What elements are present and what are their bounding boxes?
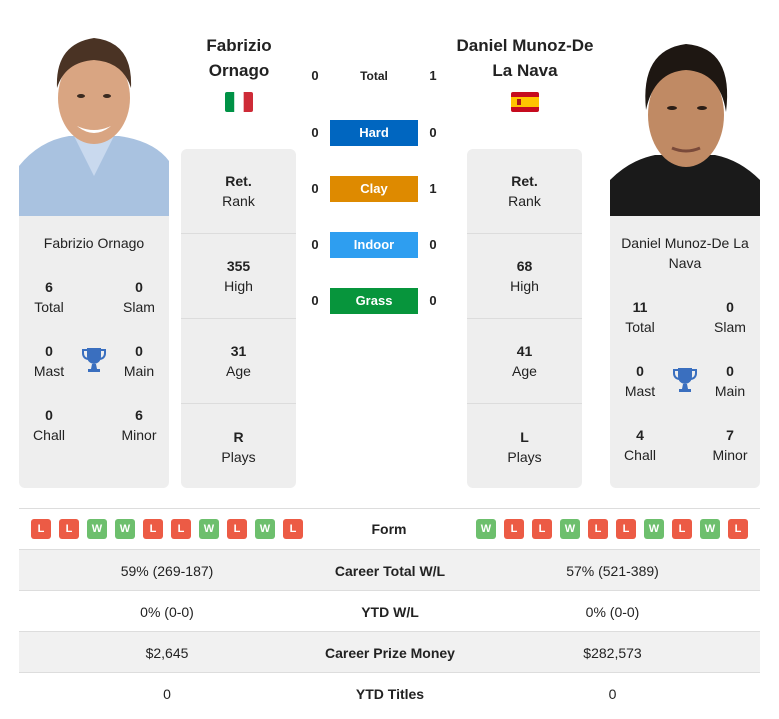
- form-loss-badge[interactable]: L: [728, 519, 748, 539]
- form-loss-badge[interactable]: L: [227, 519, 247, 539]
- form-loss-badge[interactable]: L: [672, 519, 692, 539]
- player-name-right: Daniel Munoz-De La Nava: [621, 235, 749, 271]
- form-win-badge[interactable]: W: [644, 519, 664, 539]
- form-label: Form: [371, 521, 407, 537]
- h2h-total-row: 0 Total 1: [305, 63, 445, 89]
- titles-mast: 0 Mast: [624, 363, 656, 399]
- age-cell: 41 Age: [467, 319, 582, 404]
- form-loss-badge[interactable]: L: [31, 519, 51, 539]
- trophy-icon: [673, 367, 697, 393]
- form-win-badge[interactable]: W: [199, 519, 219, 539]
- plays-cell: R Plays: [221, 428, 256, 465]
- player-card-left: Fabrizio Ornago 6 Total 0 Slam 0 Mast 0 …: [19, 216, 169, 488]
- plays-cell: L Plays: [507, 428, 542, 465]
- stat-left-value: 59% (269-187): [120, 562, 214, 579]
- stat-label: Career Total W/L: [334, 562, 446, 579]
- titles-total: 11 Total: [625, 299, 655, 335]
- h2h-right-count: 0: [429, 237, 437, 252]
- stat-left-value: 0% (0-0): [140, 603, 194, 620]
- form-win-badge[interactable]: W: [255, 519, 275, 539]
- player-name-left: Fabrizio Ornago: [43, 235, 145, 251]
- form-loss-badge[interactable]: L: [59, 519, 79, 539]
- stats-row-prize-money: $2,645 Career Prize Money $282,573: [19, 632, 760, 673]
- titles-slam: 0 Slam: [123, 279, 155, 315]
- stat-label: Career Prize Money: [325, 644, 455, 661]
- spain-flag-icon: [511, 92, 539, 112]
- player-photo-left: [19, 16, 169, 216]
- form-badges-right: WLLWLLWLWL: [476, 519, 748, 539]
- titles-mast: 0 Mast: [33, 343, 65, 379]
- form-win-badge[interactable]: W: [560, 519, 580, 539]
- player-ranks-left: Ret. Rank 355 High 31 Age R Plays: [181, 149, 296, 488]
- h2h-hard-row: 0 Hard 0: [305, 120, 445, 146]
- h2h-right-count: 0: [429, 293, 437, 308]
- italy-flag-icon: [225, 92, 253, 112]
- stat-label: YTD W/L: [361, 603, 419, 620]
- titles-total: 6 Total: [34, 279, 64, 315]
- form-win-badge[interactable]: W: [115, 519, 135, 539]
- h2h-right-count: 1: [429, 68, 437, 83]
- form-win-badge[interactable]: W: [700, 519, 720, 539]
- stat-right-value: 57% (521-389): [566, 562, 659, 579]
- titles-slam: 0 Slam: [714, 299, 746, 335]
- h2h-left-count: 0: [311, 181, 319, 196]
- rank-cell: Ret. Rank: [181, 149, 296, 234]
- stats-row-ytd-titles: 0 YTD Titles 0: [19, 673, 760, 714]
- stat-left-value: 0: [163, 685, 171, 702]
- surface-grass-badge[interactable]: Grass: [330, 288, 418, 314]
- titles-main: 0 Main: [123, 343, 155, 379]
- stats-row-ytd-wl: 0% (0-0) YTD W/L 0% (0-0): [19, 591, 760, 632]
- titles-main: 0 Main: [714, 363, 746, 399]
- age-cell: 31 Age: [181, 319, 296, 404]
- h2h-left-count: 0: [311, 293, 319, 308]
- high-cell: 355 High: [181, 234, 296, 319]
- player-ranks-right: Ret. Rank 68 High 41 Age L Plays: [467, 149, 582, 488]
- form-loss-badge[interactable]: L: [588, 519, 608, 539]
- h2h-left-count: 0: [311, 68, 319, 83]
- player-heading-line2: La Nava: [492, 61, 558, 80]
- rank-cell: Ret. Rank: [467, 149, 582, 234]
- stat-right-value: 0% (0-0): [585, 603, 640, 620]
- trophy-icon: [82, 347, 106, 373]
- form-win-badge[interactable]: W: [476, 519, 496, 539]
- high-cell: 68 High: [467, 234, 582, 319]
- player-card-right: Daniel Munoz-De La Nava 11 Total 0 Slam …: [610, 216, 760, 488]
- surface-hard-badge[interactable]: Hard: [330, 120, 418, 146]
- titles-chall: 4 Chall: [624, 427, 656, 463]
- form-loss-badge[interactable]: L: [171, 519, 191, 539]
- form-loss-badge[interactable]: L: [143, 519, 163, 539]
- titles-chall: 0 Chall: [33, 407, 65, 443]
- stat-label: YTD Titles: [355, 685, 425, 702]
- form-loss-badge[interactable]: L: [504, 519, 524, 539]
- form-row: LLWWLLWLWL Form WLLWLLWLWL: [19, 509, 760, 549]
- h2h-total-label: Total: [360, 69, 388, 83]
- surface-indoor-badge[interactable]: Indoor: [330, 232, 418, 258]
- surface-clay-badge[interactable]: Clay: [330, 176, 418, 202]
- form-loss-badge[interactable]: L: [532, 519, 552, 539]
- h2h-indoor-row: 0 Indoor 0: [305, 232, 445, 258]
- player-heading-line1: Fabrizio: [206, 36, 272, 55]
- player-heading-right[interactable]: Daniel Munoz-De La Nava: [445, 33, 605, 83]
- form-win-badge[interactable]: W: [87, 519, 107, 539]
- player-heading-line1: Daniel Munoz-De: [456, 36, 594, 55]
- form-badges-left: LLWWLLWLWL: [31, 519, 303, 539]
- form-loss-badge[interactable]: L: [616, 519, 636, 539]
- player-heading-left[interactable]: Fabrizio Ornago: [175, 33, 303, 83]
- form-loss-badge[interactable]: L: [283, 519, 303, 539]
- stats-row-career-wl: 59% (269-187) Career Total W/L 57% (521-…: [19, 550, 760, 591]
- stat-right-value: $282,573: [583, 644, 642, 661]
- h2h-left-count: 0: [311, 125, 319, 140]
- stat-left-value: $2,645: [145, 644, 189, 661]
- player-heading-line2: Ornago: [208, 61, 270, 80]
- stat-right-value: 0: [608, 685, 617, 702]
- titles-minor: 6 Minor: [121, 407, 157, 443]
- titles-minor: 7 Minor: [712, 427, 748, 463]
- h2h-clay-row: 0 Clay 1: [305, 176, 445, 202]
- player-photo-right: [610, 20, 760, 216]
- h2h-left-count: 0: [311, 237, 319, 252]
- h2h-grass-row: 0 Grass 0: [305, 288, 445, 314]
- h2h-right-count: 0: [429, 125, 437, 140]
- h2h-right-count: 1: [429, 181, 437, 196]
